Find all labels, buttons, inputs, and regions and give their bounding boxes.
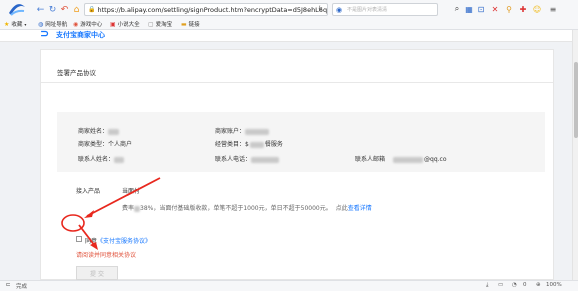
- star-icon: ★: [4, 20, 10, 28]
- lightning-icon[interactable]: ϟ: [318, 5, 323, 13]
- status-icon: ⊏: [6, 282, 11, 288]
- service-agreement-link[interactable]: 《支付宝服务协议》: [97, 238, 151, 245]
- merchant-name-row: 商家姓名：: [78, 126, 120, 135]
- vertical-scrollbar[interactable]: [572, 30, 578, 280]
- search-icon[interactable]: ⌕: [452, 4, 462, 14]
- category-suffix: 餐服务: [264, 141, 283, 148]
- agree-checkbox[interactable]: [76, 236, 82, 242]
- bookmarks-bar: ★ 收藏 ▾ ◍ 网址导航 ◉ 游戏中心 ▣ 小说大全 ▢ 爱淘宝 ▬ 链接: [0, 19, 578, 30]
- redacted-value: [251, 156, 280, 163]
- screenshot-icon[interactable]: ⊡: [476, 4, 486, 14]
- zoom-icon[interactable]: ⊕: [536, 282, 541, 288]
- pin-icon[interactable]: ⚲: [504, 4, 514, 14]
- extension-icon[interactable]: ✚: [518, 4, 528, 14]
- contact-email-label: 联系人邮箱: [355, 156, 386, 163]
- contact-phone-row: 联系人电话：: [215, 154, 280, 163]
- agreement-warning: 请阅读并同意相关协议: [76, 252, 137, 259]
- merchant-account-label: 商家账户：: [215, 128, 246, 135]
- agree-label[interactable]: 同意: [85, 238, 97, 245]
- chevron-down-icon: ▾: [24, 21, 27, 27]
- merchant-type-value: 个人商户: [108, 141, 133, 148]
- zoom-level[interactable]: 100%: [546, 282, 562, 288]
- home-button[interactable]: ⌂: [71, 4, 82, 15]
- fee-prefix: 费率: [122, 205, 135, 212]
- scrollbar-thumb[interactable]: [574, 62, 578, 138]
- view-details-link[interactable]: 查看详情: [348, 205, 372, 212]
- submit-button[interactable]: 提 交: [76, 266, 118, 280]
- close-x-icon[interactable]: ✕: [490, 4, 500, 14]
- url-text: https://b.alipay.com/settling/signProduc…: [97, 5, 327, 14]
- bookmark-taobao[interactable]: ▢ 爱淘宝: [148, 20, 172, 29]
- bookmark-novels[interactable]: ▣ 小说大全: [110, 20, 140, 29]
- divider: [41, 82, 553, 83]
- product-fee-row: 费率 38%，当面付基础版收款，单笔不超于1000元，单日不超于50000元。 点此…: [122, 203, 372, 212]
- alipay-logo-icon[interactable]: ⊃: [40, 30, 54, 40]
- fee-text: 38%，当面付基础版收款，单笔不超于1000元，单日不超于50000元。: [140, 205, 332, 212]
- browser-toolbar: ← ↻ ↶ ⌂ 🔒 https://b.alipay.com/settling/…: [0, 0, 578, 19]
- bookmark-links[interactable]: ▬ 链接: [181, 20, 200, 29]
- bookmark-favorites[interactable]: ★ 收藏 ▾: [4, 20, 27, 29]
- merchant-category-label: 经营类目：: [215, 141, 246, 148]
- redacted-value: [134, 205, 141, 212]
- redacted-value: [114, 156, 125, 163]
- status-text: 完成: [16, 284, 28, 290]
- category-prefix: $: [245, 141, 249, 148]
- search-engine-icon: ◉: [336, 6, 343, 14]
- redacted-value: [393, 156, 424, 163]
- site-header: ⊃ 支付宝商家中心: [0, 30, 572, 42]
- bookmark-nav[interactable]: ◍ 网址导航: [38, 20, 67, 29]
- mute-icon[interactable]: 0: [523, 282, 527, 288]
- emoji-icon[interactable]: ☺: [532, 4, 542, 14]
- merchant-info-panel: 商家姓名： 商家账户： 商家类型：个人商户 经营类目：$ 餐服务 联系人姓名： 联…: [57, 112, 545, 172]
- contact-phone-label: 联系人电话：: [215, 156, 252, 163]
- product-label: 接入产品: [76, 188, 101, 195]
- search-input[interactable]: ◉ 不是图片对表清清: [332, 3, 438, 16]
- redacted-value: [108, 128, 120, 135]
- merchant-account-row: 商家账户：: [215, 126, 270, 135]
- gamepad-icon: ◉: [73, 20, 79, 28]
- sound-icon[interactable]: ◔: [512, 282, 517, 288]
- bookmark-games[interactable]: ◉ 游戏中心: [73, 20, 102, 29]
- product-name: 当面付: [122, 188, 141, 195]
- contact-email-suffix: @qq.co: [424, 156, 447, 163]
- search-placeholder: 不是图片对表清清: [347, 7, 388, 13]
- globe-icon: ◍: [38, 20, 44, 28]
- book-icon: ▣: [110, 20, 116, 28]
- page-content: ⊃ 支付宝商家中心 签署产品协议 商家姓名： 商家账户： 商家类型：个人商户 经…: [0, 30, 572, 280]
- merchant-name-label: 商家姓名：: [78, 128, 109, 135]
- contact-email-row: 联系人邮箱 @qq.co: [355, 154, 447, 163]
- detail-prefix: 点此: [335, 205, 348, 212]
- cart-icon: ▢: [148, 20, 154, 28]
- folder-icon: ▬: [181, 20, 187, 28]
- download-icon[interactable]: ⤓: [486, 282, 488, 289]
- browser-logo-icon: [6, 1, 28, 18]
- reload-button[interactable]: ↻: [47, 4, 58, 15]
- sign-agreement-card: 签署产品协议 商家姓名： 商家账户： 商家类型：个人商户 经营类目：$ 餐服务 联…: [40, 49, 554, 280]
- page-icon[interactable]: ▭: [498, 282, 503, 288]
- contact-name-row: 联系人姓名：: [78, 154, 125, 163]
- menu-icon[interactable]: ≡: [548, 4, 558, 14]
- back-button[interactable]: ←: [35, 4, 46, 15]
- agree-row: 同意《支付宝服务协议》: [85, 236, 151, 245]
- redacted-value: [249, 141, 264, 148]
- redacted-value: [245, 128, 270, 135]
- page-title: 签署产品协议: [57, 69, 96, 77]
- secure-lock-icon: 🔒: [88, 6, 96, 13]
- merchant-type-label: 商家类型：: [78, 141, 109, 148]
- status-bar: ⊏ 完成 ⤓ ▭ ◔ 0 ⊕ 100%: [0, 280, 578, 291]
- contact-name-label: 联系人姓名：: [78, 156, 115, 163]
- undo-icon[interactable]: ↶: [59, 4, 70, 15]
- grid-icon[interactable]: ▦: [464, 4, 474, 14]
- merchant-type-row: 商家类型：个人商户: [78, 139, 132, 148]
- address-bar[interactable]: 🔒 https://b.alipay.com/settling/signProd…: [84, 3, 328, 16]
- site-title[interactable]: 支付宝商家中心: [56, 30, 105, 40]
- merchant-category-row: 经营类目：$ 餐服务: [215, 139, 283, 148]
